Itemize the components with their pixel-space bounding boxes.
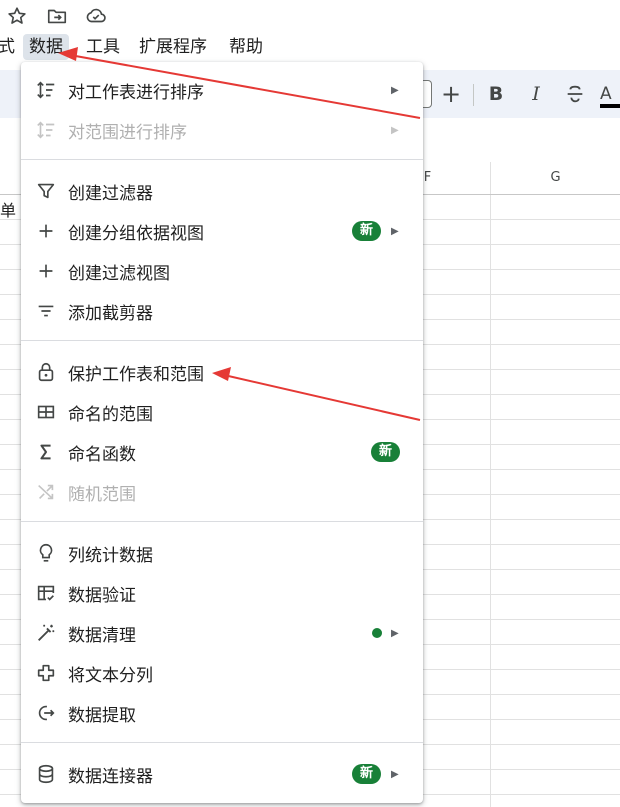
menu-item-label: 随机范围: [68, 484, 136, 505]
lightbulb-icon: [35, 542, 57, 564]
submenu-arrow-icon: ▶: [391, 124, 399, 136]
menu-divider: [21, 159, 423, 160]
menu-divider: [21, 521, 423, 522]
submenu-arrow-icon: ▶: [391, 627, 399, 639]
database-icon: [35, 763, 57, 785]
menu-item-filter-view[interactable]: 创建过滤视图: [21, 251, 423, 291]
table-icon: [35, 401, 57, 423]
strikethrough-icon: [567, 85, 583, 103]
menu-help[interactable]: 帮助: [223, 34, 269, 60]
sigma-icon: [35, 441, 57, 463]
bold-button[interactable]: B: [484, 80, 508, 108]
submenu-arrow-icon: ▶: [391, 84, 399, 96]
document-icons-row: [0, 0, 620, 32]
menu-item-sort-sheet[interactable]: 对工作表进行排序 ▶: [21, 70, 423, 110]
extract-icon: [35, 702, 57, 724]
menu-item-label: 创建过滤视图: [68, 263, 170, 284]
sort-range-icon: [35, 119, 57, 141]
menu-item-label: 列统计数据: [68, 545, 153, 566]
menu-item-label: 命名函数: [68, 444, 136, 465]
menu-item-label: 创建分组依据视图: [68, 223, 204, 244]
slicer-icon: [35, 300, 57, 322]
shuffle-icon: [35, 481, 57, 503]
menu-item-randomize-range: 随机范围: [21, 472, 423, 512]
menu-item-column-stats[interactable]: 列统计数据: [21, 533, 423, 573]
menu-item-label: 数据连接器: [68, 766, 153, 787]
menu-item-label: 数据提取: [68, 705, 136, 726]
cloud-saved-icon[interactable]: [85, 5, 107, 27]
menu-item-data-validation[interactable]: 数据验证: [21, 573, 423, 613]
menu-item-named-ranges[interactable]: 命名的范围: [21, 392, 423, 432]
submenu-arrow-icon: ▶: [391, 225, 399, 237]
menu-item-named-functions[interactable]: 命名函数 新: [21, 432, 423, 472]
text-color-swatch: [600, 104, 620, 108]
menu-format[interactable]: 式: [0, 34, 21, 60]
menu-item-group-by-view[interactable]: 创建分组依据视图 新 ▶: [21, 211, 423, 251]
cell-text[interactable]: 单: [0, 197, 16, 221]
plus-icon: [35, 260, 57, 282]
menu-item-label: 保护工作表和范围: [68, 364, 204, 385]
split-icon: [35, 662, 57, 684]
menu-item-data-connectors[interactable]: 数据连接器 新 ▶: [21, 754, 423, 794]
strikethrough-button[interactable]: [563, 80, 587, 108]
menu-item-protect[interactable]: 保护工作表和范围: [21, 352, 423, 392]
menu-item-add-slicer[interactable]: 添加截剪器: [21, 291, 423, 331]
new-badge: 新: [352, 221, 382, 241]
menu-tools[interactable]: 工具: [80, 34, 126, 60]
submenu-arrow-icon: ▶: [391, 768, 399, 780]
filter-icon: [35, 180, 57, 202]
data-menu-dropdown: 对工作表进行排序 ▶ 对范围进行排序 ▶ 创建过滤器 创建分组依据视图 新 ▶ …: [21, 62, 423, 803]
menu-item-label: 对工作表进行排序: [68, 82, 204, 103]
new-badge: 新: [352, 764, 382, 784]
menu-item-create-filter[interactable]: 创建过滤器: [21, 171, 423, 211]
menu-divider: [21, 742, 423, 743]
lock-icon: [35, 361, 57, 383]
menu-item-label: 创建过滤器: [68, 183, 153, 204]
increase-font-size-button[interactable]: +: [438, 80, 464, 108]
menu-item-label: 数据验证: [68, 585, 136, 606]
menu-item-data-cleanup[interactable]: 数据清理 ▶: [21, 613, 423, 653]
menu-divider: [21, 340, 423, 341]
menu-data[interactable]: 数据: [23, 34, 69, 60]
menu-item-label: 数据清理: [68, 625, 136, 646]
star-icon[interactable]: [6, 5, 28, 27]
menu-item-label: 对范围进行排序: [68, 122, 187, 143]
sort-icon: [35, 79, 57, 101]
italic-button[interactable]: I: [524, 80, 548, 108]
move-to-folder-icon[interactable]: [46, 5, 68, 27]
plus-icon: [35, 220, 57, 242]
menu-extensions[interactable]: 扩展程序: [133, 34, 213, 60]
menu-item-label: 命名的范围: [68, 404, 153, 425]
column-divider: [490, 162, 491, 807]
validation-icon: [35, 582, 57, 604]
new-badge: 新: [371, 442, 401, 462]
magic-wand-icon: [35, 622, 57, 644]
menu-item-data-extraction[interactable]: 数据提取: [21, 693, 423, 733]
menu-item-split-text[interactable]: 将文本分列: [21, 653, 423, 693]
menu-item-label: 将文本分列: [68, 665, 153, 686]
menubar: 式 数据 工具 扩展程序 帮助: [0, 32, 620, 62]
toolbar-divider: [473, 84, 474, 106]
column-header-g[interactable]: G: [491, 162, 620, 194]
menu-item-label: 添加截剪器: [68, 303, 153, 324]
status-dot: [372, 628, 382, 638]
menu-item-sort-range: 对范围进行排序 ▶: [21, 110, 423, 150]
